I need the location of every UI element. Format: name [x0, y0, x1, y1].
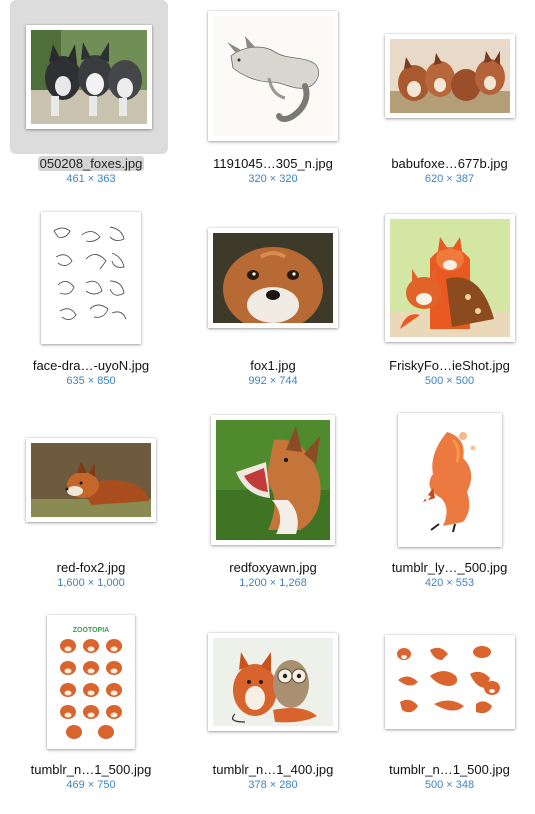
zootopia-sheet-icon[interactable]: ZOOTOPIA [47, 615, 135, 749]
file-name[interactable]: face-dra…-uyoN.jpg [31, 358, 151, 373]
yawning-fox-icon[interactable] [211, 415, 335, 545]
image-dimensions: 378 × 280 [248, 779, 298, 791]
file-item[interactable]: tumblr_n…1_400.jpg 378 × 280 [182, 606, 364, 814]
selection-highlight [10, 0, 168, 154]
file-item[interactable]: redfoxyawn.jpg 1,200 × 1,268 [182, 404, 364, 606]
fox-sketch-icon[interactable] [208, 11, 338, 141]
image-dimensions: 420 × 553 [424, 577, 475, 589]
fox-poses-icon[interactable] [384, 635, 515, 729]
image-dimensions: 1,600 × 1,000 [57, 577, 125, 589]
file-name[interactable]: 050208_foxes.jpg [37, 156, 145, 171]
image-dimensions: 500 × 500 [424, 375, 475, 387]
file-item[interactable]: 1191045…305_n.jpg 320 × 320 [182, 0, 364, 202]
fox-cubs-icon[interactable] [384, 34, 515, 118]
file-item[interactable]: ZOOTOPIA tumblr_n…1_500.jpg 469 × 750 [0, 606, 182, 814]
zootopia-logo: ZOOTOPIA [73, 627, 109, 634]
file-item[interactable]: tumblr_ly…_500.jpg 420 × 553 [364, 404, 535, 606]
image-dimensions: 320 × 320 [248, 173, 298, 185]
file-name[interactable]: red-fox2.jpg [55, 560, 128, 575]
file-item[interactable]: FriskyFo…ieShot.jpg 500 × 500 [364, 202, 535, 404]
image-dimensions: 635 × 850 [66, 375, 116, 387]
grey-fox-kits-icon[interactable] [26, 25, 152, 129]
file-name[interactable]: FriskyFo…ieShot.jpg [387, 358, 512, 373]
file-item[interactable]: fox1.jpg 992 × 744 [182, 202, 364, 404]
felt-foxes-icon[interactable] [384, 214, 515, 342]
file-name[interactable]: redfoxyawn.jpg [227, 560, 318, 575]
file-item[interactable]: 050208_foxes.jpg 461 × 363 [0, 0, 182, 202]
image-dimensions: 1,200 × 1,268 [239, 577, 307, 589]
file-item[interactable]: red-fox2.jpg 1,600 × 1,000 [0, 404, 182, 606]
file-name[interactable]: tumblr_n…1_500.jpg [29, 762, 154, 777]
watercolor-fox-icon[interactable] [397, 413, 502, 547]
image-dimensions: 620 × 387 [424, 173, 475, 185]
file-name[interactable]: tumblr_ly…_500.jpg [390, 560, 510, 575]
fox-drawings-icon[interactable] [41, 212, 141, 344]
file-name[interactable]: tumblr_n…1_400.jpg [211, 762, 336, 777]
file-item[interactable]: tumblr_n…1_500.jpg 500 × 348 [364, 606, 535, 814]
file-item[interactable]: face-dra…-uyoN.jpg 635 × 850 [0, 202, 182, 404]
file-name[interactable]: fox1.jpg [248, 358, 298, 373]
image-dimensions: 500 × 348 [424, 779, 475, 791]
file-name[interactable]: 1191045…305_n.jpg [211, 156, 335, 171]
fox-and-owl-icon[interactable] [208, 633, 338, 731]
file-name[interactable]: babufoxe…677b.jpg [389, 156, 509, 171]
file-icon-grid: 050208_foxes.jpg 461 × 363 1191045…305_n… [0, 0, 535, 814]
red-fox-icon[interactable] [26, 438, 156, 522]
image-dimensions: 992 × 744 [248, 375, 298, 387]
fox-face-icon[interactable] [208, 228, 338, 328]
image-dimensions: 469 × 750 [66, 779, 116, 791]
file-item[interactable]: babufoxe…677b.jpg 620 × 387 [364, 0, 535, 202]
file-name[interactable]: tumblr_n…1_500.jpg [387, 762, 512, 777]
image-dimensions: 461 × 363 [66, 173, 116, 185]
